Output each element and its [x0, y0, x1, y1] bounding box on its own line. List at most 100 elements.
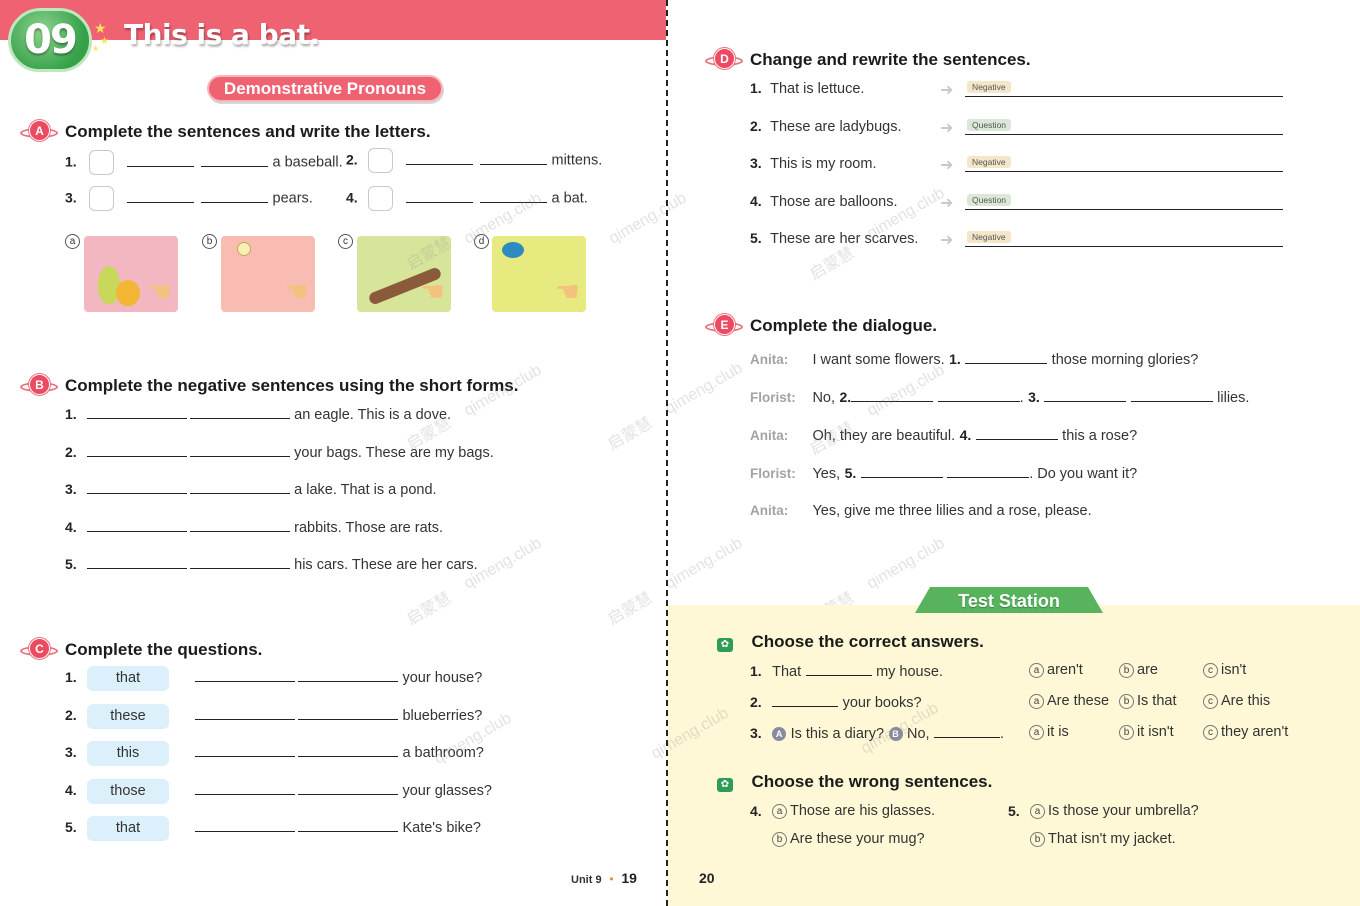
- answer-line[interactable]: [965, 246, 1283, 247]
- blank[interactable]: [189, 555, 290, 569]
- option-b[interactable]: b are: [1119, 662, 1158, 678]
- blank[interactable]: [86, 555, 187, 569]
- word-chip: that: [87, 816, 169, 841]
- option-a[interactable]: a aren't: [1029, 662, 1083, 678]
- blank[interactable]: [772, 693, 839, 707]
- blank[interactable]: [405, 151, 473, 165]
- blank[interactable]: [480, 151, 548, 165]
- option-letter-icon: c: [1203, 694, 1218, 709]
- section-a-badge-icon: A: [20, 120, 58, 144]
- test-part1-header: ✿ Choose the correct answers.: [717, 632, 984, 652]
- blank[interactable]: [851, 388, 934, 402]
- section-a-title: Complete the sentences and write the let…: [65, 122, 431, 141]
- option-c[interactable]: c isn't: [1203, 662, 1246, 678]
- section-c-item: 4. those your glasses?: [65, 778, 492, 804]
- tag-question: Question: [967, 118, 1012, 131]
- section-a-item-2: 2. mittens.: [346, 148, 602, 173]
- blank[interactable]: [201, 189, 269, 203]
- answer-box[interactable]: [89, 150, 115, 175]
- blank[interactable]: [947, 464, 1030, 478]
- option-letter-icon: a: [1029, 725, 1044, 740]
- pointing-hand-icon: ☚: [554, 276, 580, 307]
- section-d-item: 2. These are ladybugs.: [750, 117, 902, 135]
- blank[interactable]: [201, 153, 269, 167]
- blank[interactable]: [195, 818, 295, 832]
- option-a[interactable]: a Those are his glasses.: [772, 803, 935, 819]
- blank[interactable]: [975, 426, 1058, 440]
- picture-label-d: d: [474, 234, 489, 249]
- section-b-item: 2. your bags. These are my bags.: [65, 443, 494, 461]
- blank[interactable]: [126, 153, 194, 167]
- test-item-number: 4.: [750, 803, 762, 819]
- blank[interactable]: [298, 818, 398, 832]
- blank[interactable]: [189, 405, 290, 419]
- blank[interactable]: [298, 668, 398, 682]
- option-b[interactable]: b That isn't my jacket.: [1030, 831, 1176, 847]
- blank[interactable]: [480, 189, 548, 203]
- test-part2-title: Choose the wrong sentences.: [751, 772, 993, 791]
- blank[interactable]: [1044, 388, 1127, 402]
- option-c[interactable]: c they aren't: [1203, 724, 1288, 740]
- answer-line[interactable]: [965, 208, 1283, 210]
- blank[interactable]: [86, 443, 187, 457]
- blank[interactable]: [195, 743, 295, 757]
- blank[interactable]: [189, 443, 290, 457]
- section-a-item-4: 4. a bat.: [346, 186, 588, 211]
- answer-box[interactable]: [368, 186, 394, 211]
- unit-badge: 09: [8, 8, 92, 72]
- blank[interactable]: [860, 464, 943, 478]
- option-letter-icon: a: [1029, 694, 1044, 709]
- blank[interactable]: [195, 781, 295, 795]
- blank[interactable]: [126, 189, 194, 203]
- option-b[interactable]: b Is that: [1119, 693, 1177, 709]
- dialogue-line-3: Anita: Oh, they are beautiful. 4. this a…: [750, 426, 1138, 444]
- picture-mittens: ☚: [492, 236, 586, 312]
- answer-line[interactable]: [965, 171, 1283, 172]
- section-d-title: Change and rewrite the sentences.: [750, 50, 1031, 69]
- blank[interactable]: [965, 350, 1048, 364]
- watermark: 启蒙慧: [404, 589, 455, 629]
- section-d-item: 4. Those are balloons.: [750, 192, 898, 210]
- blank[interactable]: [195, 706, 295, 720]
- watermark: qimeng.club: [864, 534, 948, 593]
- section-e-header: E Complete the dialogue.: [705, 314, 937, 338]
- answer-line[interactable]: [965, 133, 1283, 135]
- blank[interactable]: [298, 743, 398, 757]
- option-a[interactable]: a Are these: [1029, 693, 1109, 709]
- option-b[interactable]: b it isn't: [1119, 724, 1174, 740]
- blank[interactable]: [189, 480, 290, 494]
- picture-baseball: ☚: [221, 236, 315, 312]
- option-letter-icon: b: [1119, 694, 1134, 709]
- section-c-title: Complete the questions.: [65, 640, 263, 659]
- section-b-item: 1. an eagle. This is a dove.: [65, 405, 452, 423]
- blank[interactable]: [1130, 388, 1213, 402]
- blank[interactable]: [934, 724, 1001, 738]
- page-number: 20: [699, 870, 715, 886]
- blank[interactable]: [405, 189, 473, 203]
- star-box-icon: ✿: [717, 638, 733, 652]
- option-a[interactable]: a Is those your umbrella?: [1030, 803, 1199, 819]
- option-b[interactable]: b Are these your mug?: [772, 831, 925, 847]
- blank[interactable]: [805, 662, 872, 676]
- blank[interactable]: [86, 405, 187, 419]
- word-chip: those: [87, 778, 169, 804]
- option-a[interactable]: a it is: [1029, 724, 1069, 740]
- answer-line[interactable]: [965, 96, 1283, 97]
- pear-icon: [116, 280, 140, 306]
- section-e-badge-icon: E: [705, 314, 743, 338]
- test-item-3: 3. A Is this a diary? B No, .: [750, 724, 1005, 742]
- option-letter-icon: a: [1029, 663, 1044, 678]
- option-c[interactable]: c Are this: [1203, 693, 1270, 709]
- blank[interactable]: [86, 480, 187, 494]
- answer-box[interactable]: [89, 186, 115, 211]
- section-c-item: 3. this a bathroom?: [65, 741, 484, 766]
- answer-box[interactable]: [368, 148, 394, 173]
- blank[interactable]: [298, 781, 398, 795]
- arrow-right-icon: ➜: [940, 119, 954, 137]
- blank[interactable]: [86, 518, 187, 532]
- blank[interactable]: [195, 668, 295, 682]
- option-letter-icon: a: [1030, 804, 1045, 819]
- blank[interactable]: [937, 388, 1020, 402]
- blank[interactable]: [189, 518, 290, 532]
- blank[interactable]: [298, 706, 398, 720]
